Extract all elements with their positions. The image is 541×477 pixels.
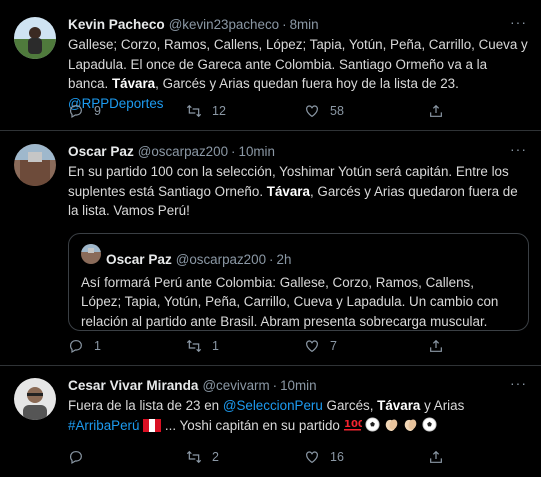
- reply-icon: [70, 451, 82, 465]
- retweet-icon: [186, 450, 202, 464]
- like-icon: [306, 105, 318, 118]
- retweet-count: 1: [212, 339, 219, 353]
- share-icon: [430, 104, 442, 117]
- retweet-button[interactable]: 2: [186, 449, 304, 465]
- tweet-text: Gallese; Corzo, Ramos, Callens, López; T…: [68, 35, 529, 113]
- tweet[interactable]: Oscar Paz @oscarpaz200 · 10min ··· En su…: [0, 131, 541, 366]
- like-count: 58: [330, 104, 344, 118]
- reply-icon: [70, 105, 82, 119]
- tweet-text: En su partido 100 con la selección, Yosh…: [68, 162, 529, 221]
- reply-button[interactable]: 9: [68, 103, 186, 119]
- display-name: Oscar Paz: [106, 251, 172, 267]
- share-button[interactable]: [428, 449, 444, 465]
- retweet-count: 12: [212, 104, 226, 118]
- user-handle[interactable]: @oscarpaz200: [138, 144, 228, 159]
- tweet-text-part: ... Yoshi capitán en su partido: [164, 417, 340, 433]
- avatar[interactable]: [14, 378, 56, 420]
- display-name[interactable]: Kevin Pacheco: [68, 17, 165, 32]
- separator-dot: ·: [231, 144, 236, 159]
- tweet-text-part: Garcés,: [326, 398, 374, 413]
- like-icon: [306, 340, 318, 353]
- share-icon: [430, 339, 442, 352]
- tweet[interactable]: Cesar Vivar Miranda @cevivarm · 10min ··…: [0, 366, 541, 477]
- like-icon: [306, 451, 318, 464]
- retweet-icon: [186, 104, 202, 118]
- reply-button[interactable]: [68, 449, 186, 465]
- separator-dot: ·: [272, 378, 278, 393]
- mention-link[interactable]: @SeleccionPeru: [223, 398, 323, 413]
- tweet-header: Kevin Pacheco @kevin23pacheco · 8min: [68, 17, 529, 32]
- hundred-points-icon: 100: [343, 416, 365, 438]
- avatar: [81, 243, 101, 264]
- reply-count: 1: [94, 339, 101, 353]
- soccer-ball-icon: [422, 416, 437, 438]
- avatar[interactable]: [14, 17, 56, 59]
- quoted-tweet-text: Así formará Perú ante Colombia: Gallese,…: [81, 274, 499, 329]
- timestamp: 2h: [276, 251, 292, 267]
- tweet-text-bold: Távara: [111, 76, 156, 91]
- reply-button[interactable]: 1: [68, 338, 186, 354]
- display-name[interactable]: Oscar Paz: [68, 144, 134, 159]
- reply-count: 9: [94, 104, 101, 118]
- clapping-hands-icon: [403, 417, 418, 438]
- peru-flag-icon: [143, 418, 162, 438]
- tweet-text-part: Fuera de la lista de 23 en: [68, 398, 220, 413]
- user-handle: @oscarpaz200: [175, 251, 267, 267]
- reply-icon: [70, 340, 82, 354]
- clapping-hands-icon: [384, 417, 399, 438]
- separator-dot: ·: [269, 251, 274, 267]
- tweet-actions: 1 1 7: [68, 338, 444, 354]
- tweet-header: Oscar Paz @oscarpaz200 · 10min: [68, 144, 529, 159]
- timestamp[interactable]: 10min: [239, 144, 275, 159]
- tweet-actions: 9 12 58: [68, 103, 444, 119]
- more-icon[interactable]: ···: [510, 141, 527, 157]
- svg-text:100: 100: [344, 419, 362, 430]
- timeline-feed: Kevin Pacheco @kevin23pacheco · 8min ···…: [0, 0, 541, 477]
- separator-dot: ·: [282, 17, 287, 32]
- like-button[interactable]: 7: [304, 338, 422, 354]
- retweet-button[interactable]: 12: [186, 103, 304, 119]
- tweet-actions: 2 16: [68, 449, 444, 465]
- like-count: 7: [330, 339, 337, 353]
- tweet-text-part: y Arias: [424, 398, 465, 413]
- display-name[interactable]: Cesar Vivar Miranda: [68, 378, 198, 393]
- tweet-text-bold: Távara: [266, 183, 310, 199]
- quoted-tweet-header: Oscar Paz @oscarpaz200 · 2h: [81, 243, 516, 267]
- like-button[interactable]: 58: [304, 103, 422, 119]
- tweet-text-bold: Távara: [377, 398, 421, 413]
- retweet-count: 2: [212, 450, 219, 464]
- like-button[interactable]: 16: [304, 449, 422, 465]
- tweet-header: Cesar Vivar Miranda @cevivarm · 10min: [68, 378, 529, 393]
- more-icon[interactable]: ···: [510, 14, 527, 30]
- user-handle[interactable]: @kevin23pacheco: [169, 17, 279, 32]
- quoted-tweet[interactable]: Oscar Paz @oscarpaz200 · 2h Así formará …: [68, 232, 529, 331]
- user-handle[interactable]: @cevivarm: [202, 378, 269, 393]
- avatar[interactable]: [14, 144, 56, 186]
- share-button[interactable]: [428, 338, 444, 354]
- timestamp[interactable]: 8min: [290, 17, 319, 32]
- retweet-button[interactable]: 1: [186, 338, 304, 354]
- tweet[interactable]: Kevin Pacheco @kevin23pacheco · 8min ···…: [0, 0, 541, 131]
- share-button[interactable]: [428, 103, 444, 119]
- tweet-text-part: , Garcés y Arias quedan fuera hoy de la …: [155, 76, 459, 91]
- soccer-ball-icon: [365, 416, 380, 438]
- tweet-text: Fuera de la lista de 23 en @SeleccionPer…: [68, 396, 529, 437]
- timestamp[interactable]: 10min: [280, 378, 316, 393]
- like-count: 16: [330, 450, 344, 464]
- share-icon: [430, 450, 442, 463]
- hashtag-link[interactable]: #ArribaPerú: [68, 418, 139, 433]
- more-icon[interactable]: ···: [510, 375, 527, 391]
- retweet-icon: [186, 339, 202, 353]
